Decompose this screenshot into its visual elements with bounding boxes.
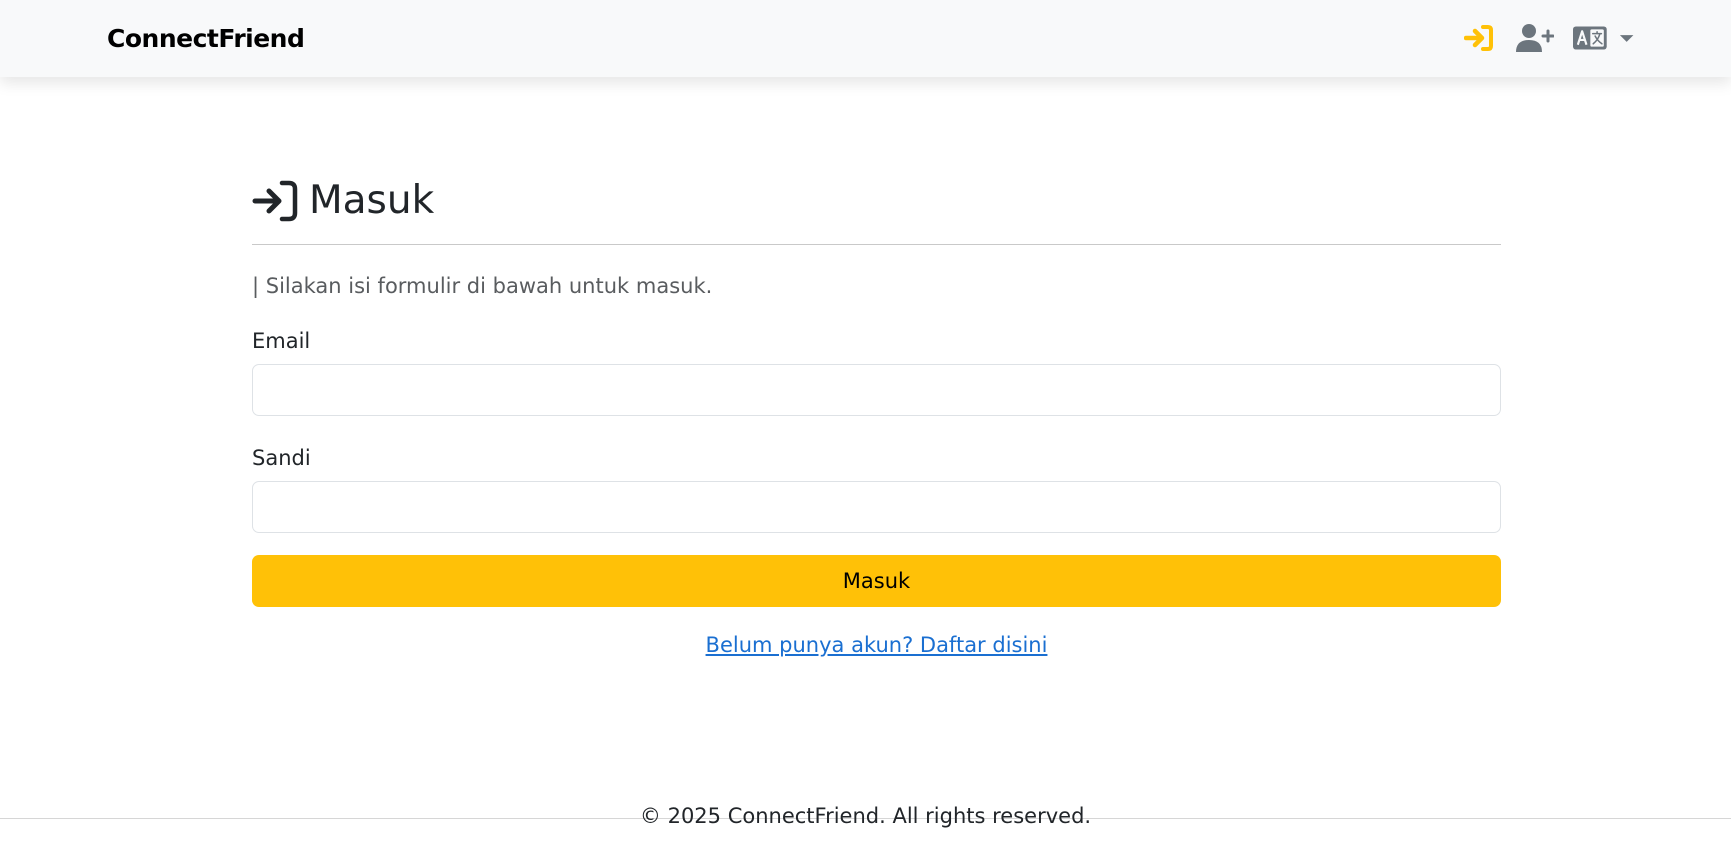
footer-copyright: © 2025 ConnectFriend. All rights reserve…	[639, 804, 1092, 828]
email-label: Email	[252, 329, 311, 353]
email-field[interactable]	[252, 364, 1501, 416]
sign-in-icon	[1464, 25, 1493, 51]
user-plus-icon	[1516, 24, 1554, 52]
page-heading: Masuk	[252, 170, 1501, 232]
navbar: ConnectFriend	[0, 0, 1731, 77]
language-dropdown[interactable]	[1573, 22, 1635, 54]
password-label: Sandi	[252, 446, 311, 470]
login-form-container: Masuk | Silakan isi formulir di bawah un…	[252, 170, 1501, 657]
login-submit-button[interactable]: Masuk	[252, 555, 1501, 607]
login-nav-button[interactable]	[1463, 22, 1495, 54]
register-link[interactable]: Belum punya akun? Daftar disini	[706, 633, 1048, 657]
form-instructions: | Silakan isi formulir di bawah untuk ma…	[252, 274, 713, 298]
language-icon	[1573, 26, 1607, 50]
register-nav-button[interactable]	[1515, 22, 1555, 54]
brand-logo-link[interactable]: ConnectFriend	[107, 24, 305, 54]
register-link-container: Belum punya akun? Daftar disini	[252, 633, 1501, 657]
page-title: Masuk	[309, 178, 435, 223]
caret-down-icon	[1619, 35, 1634, 42]
heading-divider	[252, 244, 1501, 245]
navbar-actions	[1463, 22, 1635, 54]
password-field[interactable]	[252, 481, 1501, 533]
sign-in-icon	[252, 180, 298, 222]
